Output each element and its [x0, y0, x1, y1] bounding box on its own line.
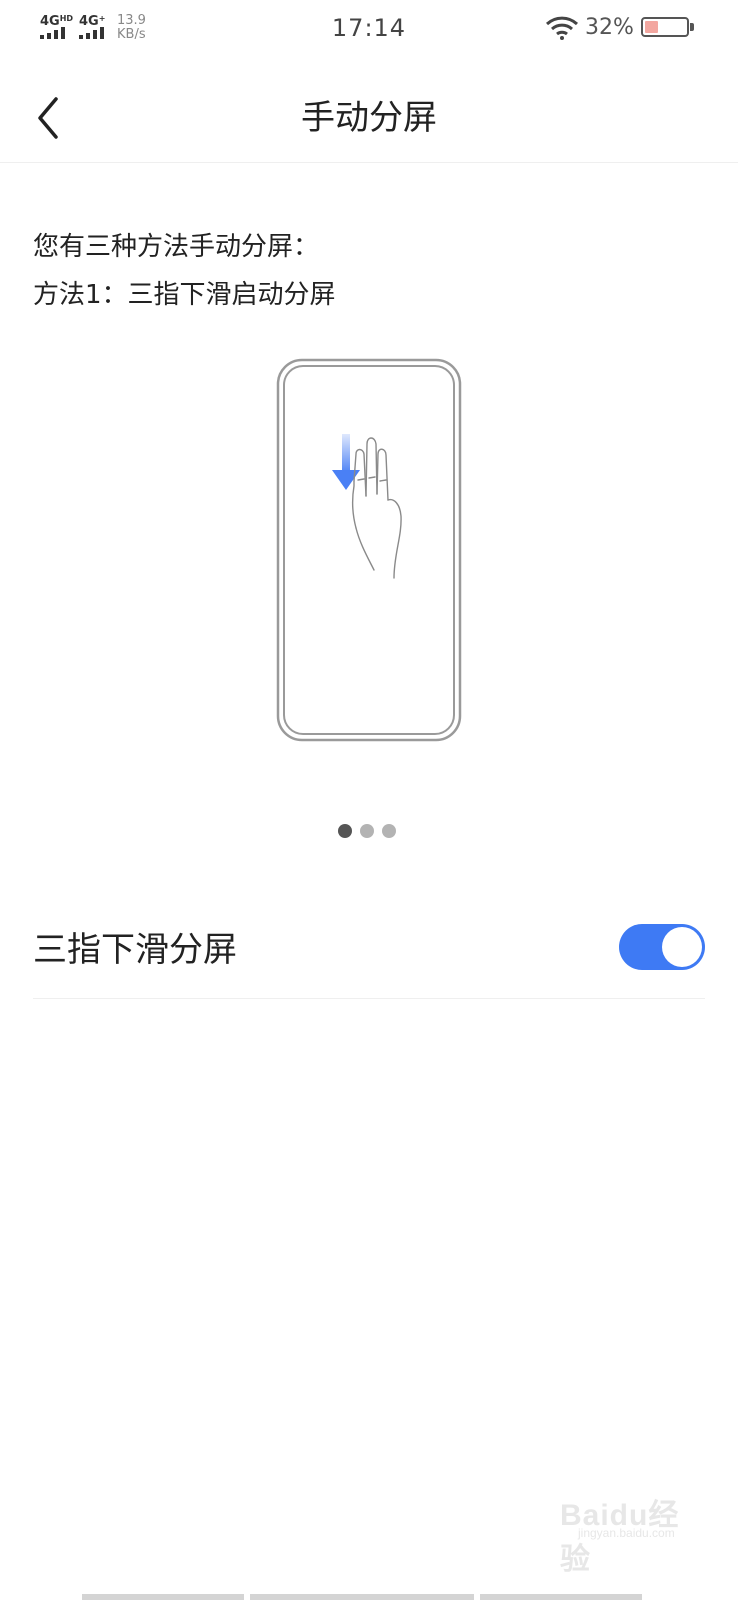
gesture-illustration: [276, 358, 462, 742]
page-dot[interactable]: [382, 824, 396, 838]
watermark-sub: jingyan.baidu.com: [578, 1526, 675, 1540]
wifi-icon: [545, 16, 579, 40]
battery-level-fill: [645, 21, 658, 33]
method-text: 方法1：三指下滑启动分屏: [33, 280, 336, 310]
battery-percent: 32%: [585, 15, 634, 40]
page-indicator: [338, 824, 396, 838]
bottom-edge-bars: [0, 1594, 738, 1600]
battery-icon: [641, 17, 689, 37]
page-dot[interactable]: [360, 824, 374, 838]
phone-outline-icon: [276, 358, 462, 742]
toggle-knob: [662, 927, 702, 967]
page-title: 手动分屏: [301, 98, 437, 138]
setting-label: 三指下滑分屏: [33, 930, 237, 970]
baidu-watermark: Baidu经验 jingyan.baidu.com: [560, 1490, 710, 1576]
battery-tip: [690, 23, 694, 31]
page-dot[interactable]: [338, 824, 352, 838]
setting-row-three-finger-split: 三指下滑分屏: [33, 900, 705, 999]
three-finger-hand-icon: [351, 437, 402, 579]
intro-text: 您有三种方法手动分屏：: [33, 232, 320, 262]
three-finger-split-toggle[interactable]: [619, 924, 705, 970]
status-bar: 4GHD 4G+ 13.9 KB/s 17:14 32%: [0, 0, 738, 58]
title-bar: 手动分屏: [0, 72, 738, 163]
